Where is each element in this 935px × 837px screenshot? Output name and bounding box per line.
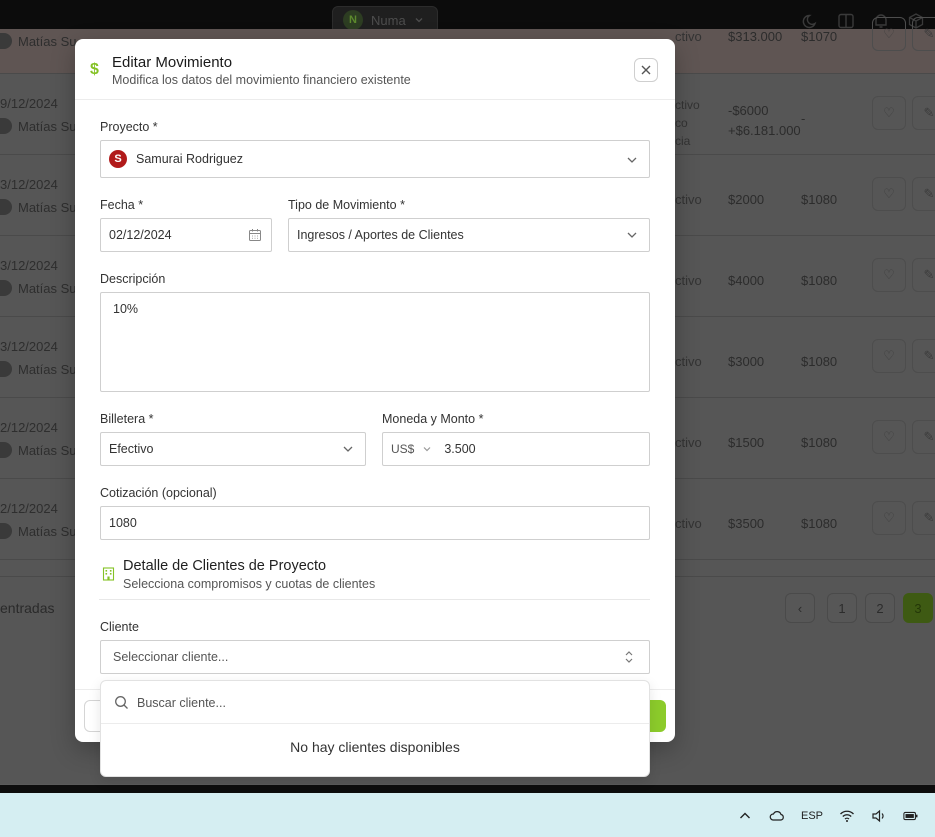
building-icon <box>102 567 115 581</box>
project-select[interactable]: S Samurai Rodriguez <box>100 140 650 178</box>
avatar <box>0 199 12 215</box>
movement-type-select[interactable]: Ingresos / Aportes de Clientes <box>288 218 650 252</box>
calendar-icon[interactable] <box>248 228 262 242</box>
avatar <box>0 33 12 49</box>
dialog-header: $ Editar Movimiento Modifica los datos d… <box>75 39 675 100</box>
currency-select[interactable]: US$ <box>391 442 414 456</box>
avatar <box>0 361 12 377</box>
wifi-icon[interactable] <box>839 808 855 824</box>
pencil-icon[interactable]: ✎ <box>912 177 935 211</box>
pencil-icon[interactable]: ✎ <box>912 501 935 535</box>
chevron-left-icon[interactable]: ‹ <box>785 593 815 623</box>
pagination: ‹ 1 2 3 <box>785 593 933 623</box>
sidebar-toggle-icon[interactable] <box>837 12 855 30</box>
heart-icon[interactable]: ♡ <box>872 258 906 292</box>
divider <box>99 599 650 600</box>
project-label: Proyecto * <box>100 120 158 134</box>
close-icon <box>641 65 651 75</box>
client-select[interactable]: Seleccionar cliente... <box>100 640 650 674</box>
close-button[interactable] <box>634 58 658 82</box>
heart-icon[interactable]: ♡ <box>872 96 906 130</box>
exchange-rate-input[interactable]: 1080 <box>100 506 650 540</box>
currency-amount-label: Moneda y Monto * <box>382 412 484 426</box>
date-value: 02/12/2024 <box>109 228 172 242</box>
pencil-icon[interactable]: ✎ <box>912 339 935 373</box>
chevrons-up-down-icon <box>625 651 633 663</box>
date-field[interactable]: 02/12/2024 <box>100 218 272 252</box>
avatar <box>0 118 12 134</box>
battery-icon[interactable] <box>903 808 919 824</box>
heart-icon[interactable]: ♡ <box>872 501 906 535</box>
pagination-summary: entradas <box>0 600 55 616</box>
description-label: Descripción <box>100 272 166 286</box>
client-dropdown: No hay clientes disponibles <box>100 680 650 777</box>
chevron-down-icon <box>415 18 423 23</box>
workspace-avatar: N <box>343 10 363 30</box>
heart-icon[interactable]: ♡ <box>872 17 906 51</box>
chevron-down-icon <box>423 447 431 452</box>
avatar <box>0 280 12 296</box>
language-indicator[interactable]: ESP <box>801 810 823 822</box>
heart-icon[interactable]: ♡ <box>872 177 906 211</box>
pencil-icon[interactable]: ✎ <box>912 17 935 51</box>
speaker-icon[interactable] <box>871 808 887 824</box>
system-tray: ESP <box>737 808 919 824</box>
movement-type-value: Ingresos / Aportes de Clientes <box>297 228 464 242</box>
chevron-down-icon <box>343 446 353 452</box>
pencil-icon[interactable]: ✎ <box>912 258 935 292</box>
exchange-rate-label: Cotización (opcional) <box>100 486 217 500</box>
project-avatar: S <box>109 150 127 168</box>
wallet-select[interactable]: Efectivo <box>100 432 366 466</box>
page-button[interactable]: 2 <box>865 593 895 623</box>
chevron-down-icon <box>627 232 637 238</box>
moon-icon[interactable] <box>802 12 820 30</box>
heart-icon[interactable]: ♡ <box>872 420 906 454</box>
client-search <box>101 681 649 724</box>
project-value: Samurai Rodriguez <box>136 152 243 166</box>
pencil-icon[interactable]: ✎ <box>912 96 935 130</box>
avatar <box>0 442 12 458</box>
cloud-icon[interactable] <box>769 808 785 824</box>
currency-amount-field[interactable]: US$ 3.500 <box>382 432 650 466</box>
dollar-icon: $ <box>90 61 99 78</box>
edit-movement-dialog: $ Editar Movimiento Modifica los datos d… <box>75 39 675 742</box>
page-button-active[interactable]: 3 <box>903 593 933 623</box>
chevron-up-icon[interactable] <box>737 808 753 824</box>
workspace-name: Numa <box>371 12 406 28</box>
section-subtitle: Selecciona compromisos y cuotas de clien… <box>123 577 376 591</box>
wallet-value: Efectivo <box>109 442 154 456</box>
heart-icon[interactable]: ♡ <box>872 339 906 373</box>
date-label: Fecha * <box>100 198 144 212</box>
wallet-label: Billetera * <box>100 412 154 426</box>
client-label: Cliente <box>100 620 139 634</box>
dialog-title: Editar Movimiento <box>112 54 233 71</box>
amount-input[interactable]: 3.500 <box>444 442 475 456</box>
empty-state-text: No hay clientes disponibles <box>290 739 460 755</box>
dialog-subtitle: Modifica los datos del movimiento financ… <box>112 73 411 87</box>
avatar <box>0 523 12 539</box>
chevron-down-icon <box>627 157 637 163</box>
pencil-icon[interactable]: ✎ <box>912 420 935 454</box>
section-title: Detalle de Clientes de Proyecto <box>123 558 327 574</box>
movement-type-label: Tipo de Movimiento * <box>288 198 405 212</box>
page-button[interactable]: 1 <box>827 593 857 623</box>
search-icon <box>115 696 128 709</box>
os-taskbar: ESP <box>0 785 935 837</box>
description-textarea[interactable]: 10% <box>100 292 650 392</box>
client-search-input[interactable] <box>137 693 627 713</box>
